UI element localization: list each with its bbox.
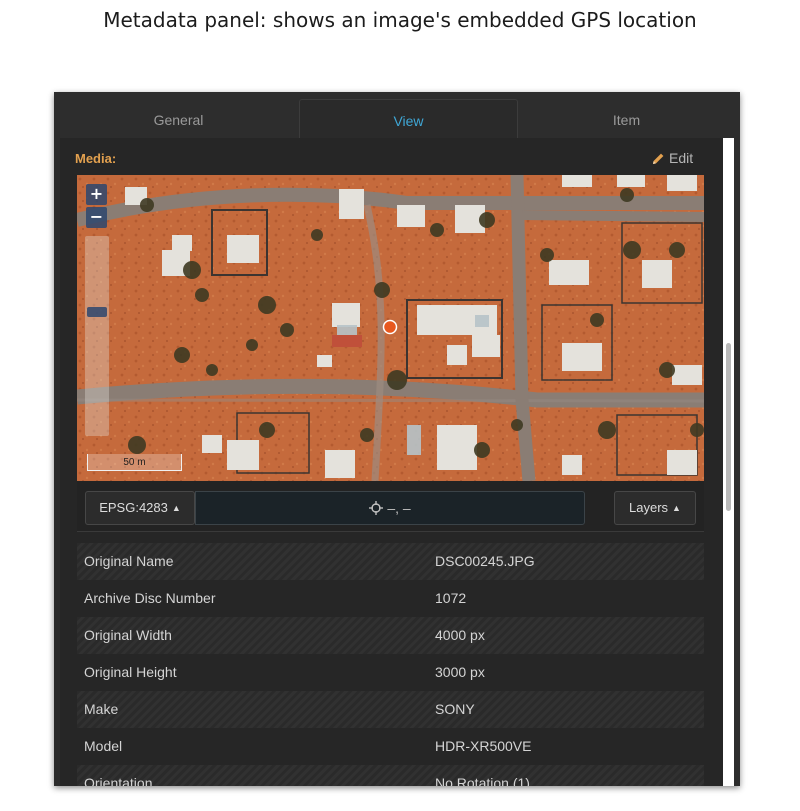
map-scale-bar: 50 m bbox=[87, 454, 182, 471]
metadata-key: Model bbox=[84, 738, 123, 754]
metadata-key: Original Width bbox=[84, 627, 172, 643]
coordinates-value: –, – bbox=[387, 500, 411, 516]
metadata-key: Make bbox=[84, 701, 119, 717]
metadata-panel: General View Item Media: Edit + − 50 m E… bbox=[54, 92, 740, 786]
crosshair-icon bbox=[369, 501, 384, 515]
zoom-slider-handle[interactable] bbox=[87, 307, 107, 317]
table-row: Original Height 3000 px bbox=[77, 654, 704, 691]
edit-button[interactable]: Edit bbox=[652, 150, 693, 166]
map-toolbar: EPSG:4283 ▲ –, – Layers ▲ bbox=[77, 481, 704, 532]
metadata-table: Original Name DSC00245.JPG Archive Disc … bbox=[77, 543, 704, 786]
vertical-scrollbar[interactable] bbox=[723, 138, 734, 786]
layers-label: Layers bbox=[629, 500, 669, 515]
metadata-key: Orientation bbox=[84, 775, 153, 786]
gps-location-marker[interactable] bbox=[382, 319, 398, 335]
edit-label: Edit bbox=[669, 150, 694, 166]
projection-dropdown-button[interactable]: EPSG:4283 ▲ bbox=[85, 491, 195, 525]
tab-bar: General View Item bbox=[54, 92, 740, 139]
table-row: Original Width 4000 px bbox=[77, 617, 704, 654]
metadata-value: HDR-XR500VE bbox=[435, 738, 532, 754]
metadata-value: No Rotation (1) bbox=[435, 775, 530, 786]
media-label: Media: bbox=[75, 151, 117, 166]
table-row: Original Name DSC00245.JPG bbox=[77, 543, 704, 580]
tab-view[interactable]: View bbox=[299, 99, 518, 139]
metadata-key: Original Name bbox=[84, 553, 174, 569]
metadata-value: 1072 bbox=[435, 590, 467, 606]
scrollbar-thumb[interactable] bbox=[726, 343, 731, 511]
metadata-key: Archive Disc Number bbox=[84, 590, 216, 606]
zoom-slider[interactable] bbox=[85, 236, 109, 436]
metadata-value: SONY bbox=[435, 701, 475, 717]
caret-up-icon: ▲ bbox=[171, 503, 181, 513]
projection-label: EPSG:4283 bbox=[99, 500, 168, 515]
metadata-value: DSC00245.JPG bbox=[435, 553, 535, 569]
tab-item[interactable]: Item bbox=[518, 99, 735, 138]
location-map[interactable]: + − 50 m bbox=[77, 175, 704, 481]
caret-up-icon: ▲ bbox=[672, 503, 681, 513]
view-tab-content: Media: Edit + − 50 m EPSG:4283 ▲ –, – La… bbox=[60, 138, 723, 786]
metadata-value: 4000 px bbox=[435, 627, 485, 643]
layers-dropdown-button[interactable]: Layers ▲ bbox=[614, 491, 696, 525]
zoom-out-button[interactable]: − bbox=[86, 207, 107, 228]
metadata-value: 3000 px bbox=[435, 664, 485, 680]
table-row: Make SONY bbox=[77, 691, 704, 728]
metadata-key: Original Height bbox=[84, 664, 177, 680]
table-row: Archive Disc Number 1072 bbox=[77, 580, 704, 617]
table-row: Orientation No Rotation (1) bbox=[77, 765, 704, 786]
tab-general[interactable]: General bbox=[60, 99, 297, 138]
zoom-in-button[interactable]: + bbox=[86, 184, 107, 205]
page-caption: Metadata panel: shows an image's embedde… bbox=[103, 8, 697, 32]
pencil-icon bbox=[653, 153, 664, 164]
coordinates-display: –, – bbox=[195, 491, 585, 525]
satellite-imagery bbox=[77, 175, 704, 481]
table-row: Model HDR-XR500VE bbox=[77, 728, 704, 765]
